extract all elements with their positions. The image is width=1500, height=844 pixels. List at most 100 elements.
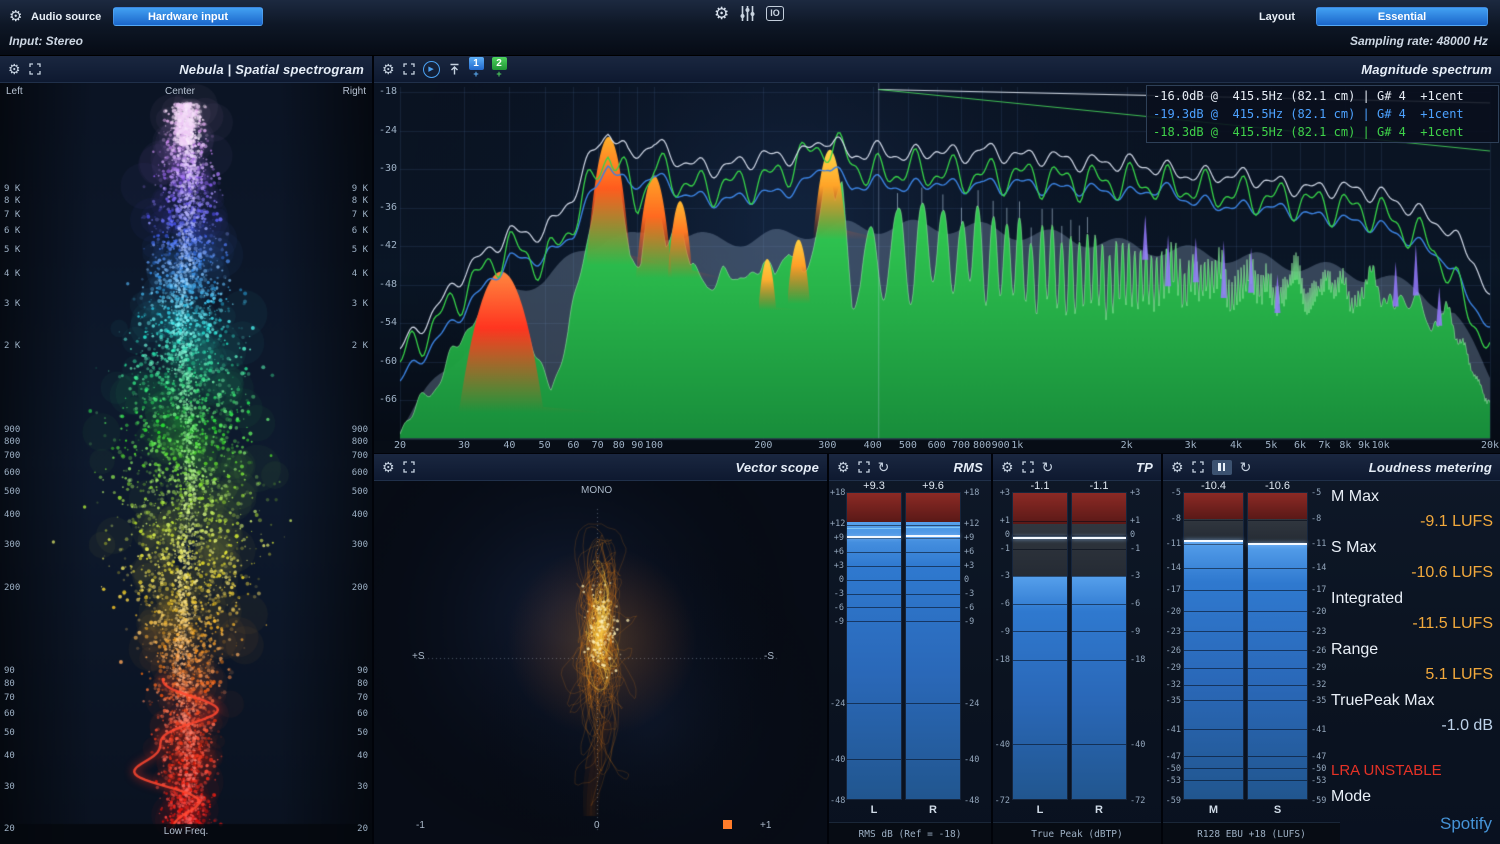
magnitude-settings-gear-icon[interactable]: ⚙ (382, 62, 395, 76)
loudness-stat-value: 5.1 LUFS (1331, 662, 1495, 688)
meter-scale-label: -72 (994, 796, 1010, 806)
input-status-label: Input: Stereo (9, 34, 83, 48)
meter-tick-line (906, 621, 960, 622)
spectrum-db-tick: -60 (376, 356, 397, 367)
meter-scale-label: +3 (830, 561, 844, 571)
cursor-readout-box: -16.0dB @ 415.5Hz (82.1 cm) | G# 4 +1cen… (1146, 85, 1499, 143)
layout-essential-button[interactable]: Essential (1316, 7, 1488, 26)
z-dark (1072, 524, 1126, 577)
loudness-stat-label: M Max (1331, 484, 1495, 509)
z-body (847, 522, 901, 799)
meter-tick-line (1013, 660, 1067, 661)
overlay-2-handle-icon[interactable]: + (496, 70, 501, 78)
loudness-fullscreen-icon[interactable] (1192, 461, 1204, 473)
nebula-freq-label: 40 (346, 751, 368, 761)
meter-tick-line (847, 621, 901, 622)
live-play-button[interactable]: ▶ (423, 61, 440, 78)
meter-tick-line (1248, 685, 1307, 686)
meter-tick-line (1184, 668, 1243, 669)
z-body (1072, 576, 1126, 799)
loudness-settings-gear-icon[interactable]: ⚙ (1171, 460, 1184, 474)
meter-scale-label: -29 (1164, 663, 1181, 673)
meter-tick-line (1248, 768, 1307, 769)
nebula-freq-label: 30 (346, 782, 368, 792)
vector-panel-title: Vector scope (735, 460, 819, 475)
overlay-slot-1[interactable]: 1 + (469, 57, 484, 81)
meter-tick-line (906, 607, 960, 608)
mixer-sliders-icon[interactable] (739, 5, 756, 22)
vector-fullscreen-icon[interactable] (403, 461, 415, 473)
rms-settings-gear-icon[interactable]: ⚙ (837, 460, 850, 474)
tp-reset-icon[interactable]: ↻ (1042, 460, 1054, 474)
nebula-freq-label: 50 (346, 728, 368, 738)
peak-hold-arrow-icon[interactable] (448, 63, 461, 76)
overlay-1-handle-icon[interactable]: + (473, 70, 478, 78)
meter-channel-label: S (1247, 804, 1308, 816)
loudness-reset-icon[interactable]: ↻ (1240, 460, 1252, 474)
vector-settings-gear-icon[interactable]: ⚙ (382, 460, 395, 474)
nebula-freq-label: 70 (4, 693, 26, 703)
meter-tick-line (1072, 535, 1126, 536)
spectrum-freq-tick: 20k (1481, 440, 1499, 451)
nebula-settings-gear-icon[interactable]: ⚙ (8, 62, 21, 76)
rms-fullscreen-icon[interactable] (858, 461, 870, 473)
tp-header: ⚙ ↻ TP (993, 454, 1161, 481)
spectrum-db-tick: -30 (376, 163, 397, 174)
meter-scale-label: -20 (1164, 607, 1181, 617)
meter-scale-label: -14 (1164, 563, 1181, 573)
correlation-plus1-label: +1 (760, 820, 771, 831)
meter-scale-label: -9 (830, 617, 844, 627)
tp-fullscreen-icon[interactable] (1022, 461, 1034, 473)
nebula-fullscreen-icon[interactable] (29, 63, 41, 75)
nebula-freq-label: 300 (4, 540, 26, 550)
io-routing-icon[interactable]: IO (766, 6, 784, 21)
nebula-center-label: Center (165, 86, 195, 97)
meter-tick-line (1184, 520, 1243, 521)
meter-scale-label: +3 (1130, 488, 1156, 498)
loudness-value-m: -10.4 (1183, 480, 1244, 492)
meter-scale-label: -40 (1130, 740, 1156, 750)
meter-scale-label: -47 (1164, 752, 1181, 762)
nebula-freq-label: 600 (4, 468, 26, 478)
spectrum-freq-tick: 300 (818, 440, 836, 451)
meter-scale-label: -1 (1130, 544, 1156, 554)
tp-settings-gear-icon[interactable]: ⚙ (1001, 460, 1014, 474)
correlation-minus1-label: -1 (416, 820, 425, 831)
tp-panel-title: TP (1136, 460, 1153, 475)
nebula-freq-label: 600 (346, 468, 368, 478)
loudness-stat-value: -11.5 LUFS (1331, 611, 1495, 637)
meter-tick-line (1184, 590, 1243, 591)
hardware-input-button[interactable]: Hardware input (113, 7, 263, 26)
correlation-zero-label: 0 (594, 820, 600, 831)
meter-tick-line (906, 594, 960, 595)
meter-tick-line (847, 525, 901, 526)
meter-scale-label: -32 (1311, 680, 1337, 690)
spectrum-db-tick: -24 (376, 125, 397, 136)
loudness-pause-button[interactable] (1212, 460, 1232, 475)
spectrum-freq-tick: 5k (1265, 440, 1277, 451)
tp-footer-label: True Peak (dBTP) (993, 822, 1161, 844)
z-body (1013, 576, 1067, 799)
nebula-freq-label: 4 K (346, 269, 368, 279)
mode-value-label[interactable]: Spotify (1440, 814, 1492, 834)
meter-scale-label: -6 (964, 603, 990, 613)
meter-tick-line (1248, 611, 1307, 612)
nebula-header: ⚙ Nebula | Spatial spectrogram (0, 56, 372, 83)
overlay-slot-2[interactable]: 2 + (492, 57, 507, 81)
magnitude-fullscreen-icon[interactable] (403, 63, 415, 75)
meter-scale-label: -8 (1164, 514, 1181, 524)
rms-meter-panel: ⚙ ↻ RMS +9.3 +9.6 RMS dB (Ref = -18) +18… (829, 454, 991, 844)
global-settings-gear-icon[interactable]: ⚙ (714, 5, 729, 22)
meter-scale-label: -8 (1311, 514, 1337, 524)
meter-scale-label: -9 (1130, 627, 1156, 637)
tp-value-right: -1.1 (1071, 480, 1127, 492)
spectrum-freq-tick: 2k (1121, 440, 1133, 451)
spectrum-freq-tick: 1k (1011, 440, 1023, 451)
magnitude-header: ⚙ ▶ 1 + 2 + Magnitude spectrum (374, 56, 1500, 83)
nebula-freq-label: 2 K (4, 341, 26, 351)
meter-scale-label: -40 (830, 755, 844, 765)
rms-reset-icon[interactable]: ↻ (878, 460, 890, 474)
audio-source-gear-icon[interactable]: ⚙ (9, 9, 22, 24)
nebula-freq-label: 200 (346, 583, 368, 593)
meter-tick-line (1013, 521, 1067, 522)
